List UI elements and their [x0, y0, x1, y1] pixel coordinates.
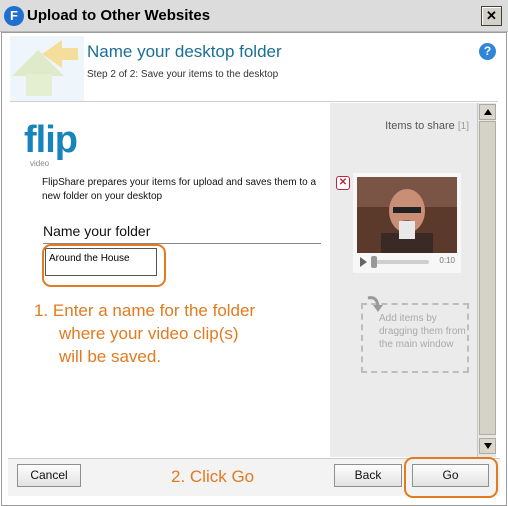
items-to-share-label: Items to share [1] — [385, 120, 469, 132]
footer-bar: Cancel 2. Click Go Back Go — [8, 457, 500, 498]
drop-hint-text: Add items by dragging them from the main… — [379, 313, 466, 350]
video-player-controls: 0:10 — [357, 255, 457, 269]
description-text: FlipShare prepares your items for upload… — [42, 177, 317, 202]
curved-arrow-icon — [367, 296, 383, 312]
down-arrow-icon — [484, 443, 492, 449]
video-item[interactable]: 0:10 — [353, 173, 461, 273]
wizard-header: Name your desktop folder Step 2 of 2: Sa… — [10, 36, 498, 102]
back-button[interactable]: Back — [334, 464, 402, 487]
remove-item-icon[interactable]: ✕ — [336, 176, 350, 190]
share-count: [1] — [457, 121, 469, 132]
step1-line: where your video clip(s) — [59, 324, 239, 343]
help-icon[interactable]: ? — [479, 43, 496, 60]
folder-arrow-icon — [10, 36, 84, 101]
flipshare-app-icon: F — [4, 6, 24, 26]
page-title: Name your desktop folder — [87, 42, 282, 61]
scroll-down-button[interactable] — [479, 438, 496, 454]
seek-bar[interactable] — [371, 260, 429, 264]
items-to-share-panel: Items to share [1] ✕ 0:10 Add items by d… — [330, 103, 477, 457]
share-label-text: Items to share — [385, 120, 455, 132]
scroll-up-button[interactable] — [479, 104, 496, 120]
go-highlight-annotation — [404, 457, 498, 498]
window-title: Upload to Other Websites — [27, 7, 211, 24]
close-button[interactable]: ✕ — [481, 6, 502, 26]
step-subtitle: Step 2 of 2: Save your items to the desk… — [87, 69, 279, 80]
logo-text: flip — [24, 119, 78, 161]
play-icon[interactable] — [360, 257, 367, 267]
folder-name-label: Name your folder — [43, 223, 151, 239]
step1-instruction: 1. Enter a name for the folder where you… — [34, 299, 324, 368]
step2-instruction: 2. Click Go — [171, 467, 255, 486]
step1-line: will be saved. — [59, 347, 162, 366]
vertical-scrollbar[interactable] — [477, 103, 496, 457]
flip-video-logo: flip video — [16, 113, 86, 168]
up-arrow-icon — [484, 109, 492, 115]
input-highlight-annotation — [42, 244, 166, 287]
scroll-thumb[interactable] — [479, 121, 496, 435]
main-panel: flip video FlipShare prepares your items… — [10, 103, 330, 457]
drop-zone[interactable]: Add items by dragging them from the main… — [361, 296, 469, 373]
video-duration: 0:10 — [439, 256, 455, 265]
title-bar: F Upload to Other Websites ✕ — [0, 0, 508, 32]
video-thumbnail — [357, 177, 457, 253]
seek-handle[interactable] — [371, 256, 377, 268]
cancel-button[interactable]: Cancel — [17, 464, 81, 487]
step1-line: 1. Enter a name for the folder — [34, 301, 256, 320]
logo-subtext: video — [30, 159, 50, 168]
